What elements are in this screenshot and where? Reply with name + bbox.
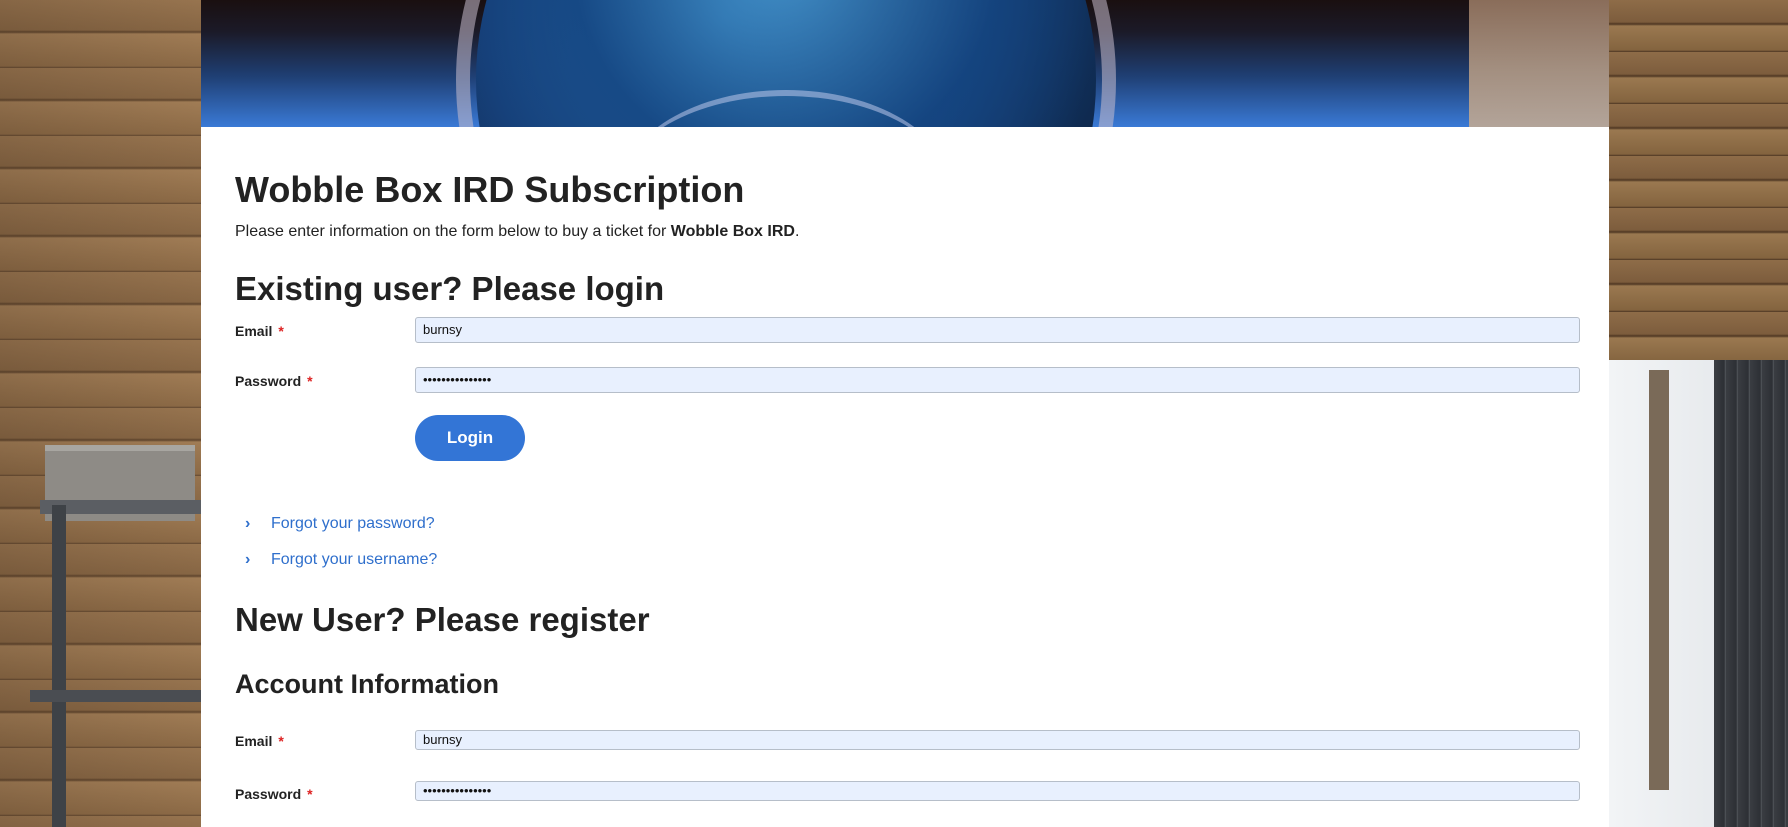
login-heading: Existing user? Please login <box>235 270 665 307</box>
background-post <box>52 505 66 827</box>
required-marker: * <box>278 323 284 339</box>
login-password-label: Password * <box>235 373 313 389</box>
forgot-username-text[interactable]: Forgot your username? <box>271 551 437 568</box>
required-marker: * <box>307 373 313 389</box>
login-button[interactable]: Login <box>415 415 525 461</box>
register-password-row: Password * ••••••••••••••• <box>235 781 1580 809</box>
login-email-label: Email * <box>235 323 284 339</box>
background-right <box>1609 0 1788 827</box>
page-title: Wobble Box IRD Subscription <box>235 169 745 210</box>
register-email-input[interactable]: burnsy <box>415 730 1580 750</box>
login-email-row: Email * burnsy <box>235 317 1580 345</box>
main-container: Wobble Box IRD Subscription Please enter… <box>201 0 1609 827</box>
required-marker: * <box>307 786 313 802</box>
chevron-right-icon: › <box>245 551 251 568</box>
forgot-username-link[interactable]: › Forgot your username? <box>245 551 437 569</box>
account-information-heading: Account Information <box>235 669 499 699</box>
register-password-label-text: Password <box>235 786 302 802</box>
banner-side-image <box>1469 0 1609 127</box>
background-shelf-lower <box>30 690 201 702</box>
forgot-password-link[interactable]: › Forgot your password? <box>245 515 435 533</box>
background-opening <box>1609 360 1729 827</box>
register-email-label-text: Email <box>235 733 273 749</box>
login-email-label-text: Email <box>235 323 273 339</box>
intro-text: Please enter information on the form bel… <box>235 223 799 241</box>
background-door <box>1714 360 1788 827</box>
chevron-right-icon: › <box>245 515 251 532</box>
required-marker: * <box>278 733 284 749</box>
register-email-label: Email * <box>235 733 284 749</box>
forgot-password-text[interactable]: Forgot your password? <box>271 515 435 532</box>
header-banner <box>201 0 1469 127</box>
login-password-row: Password * ••••••••••••••• <box>235 367 1580 395</box>
intro-event-name: Wobble Box IRD <box>670 223 795 240</box>
intro-suffix: . <box>794 223 800 240</box>
background-frame <box>1649 370 1669 790</box>
background-left <box>0 0 201 827</box>
login-password-label-text: Password <box>235 373 302 389</box>
register-heading: New User? Please register <box>235 601 650 638</box>
login-email-input[interactable]: burnsy <box>415 317 1580 343</box>
register-email-row: Email * burnsy <box>235 730 1580 758</box>
login-password-input[interactable]: ••••••••••••••• <box>415 367 1580 393</box>
register-password-input[interactable]: ••••••••••••••• <box>415 781 1580 801</box>
register-password-label: Password * <box>235 786 313 802</box>
intro-prefix: Please enter information on the form bel… <box>235 223 671 240</box>
